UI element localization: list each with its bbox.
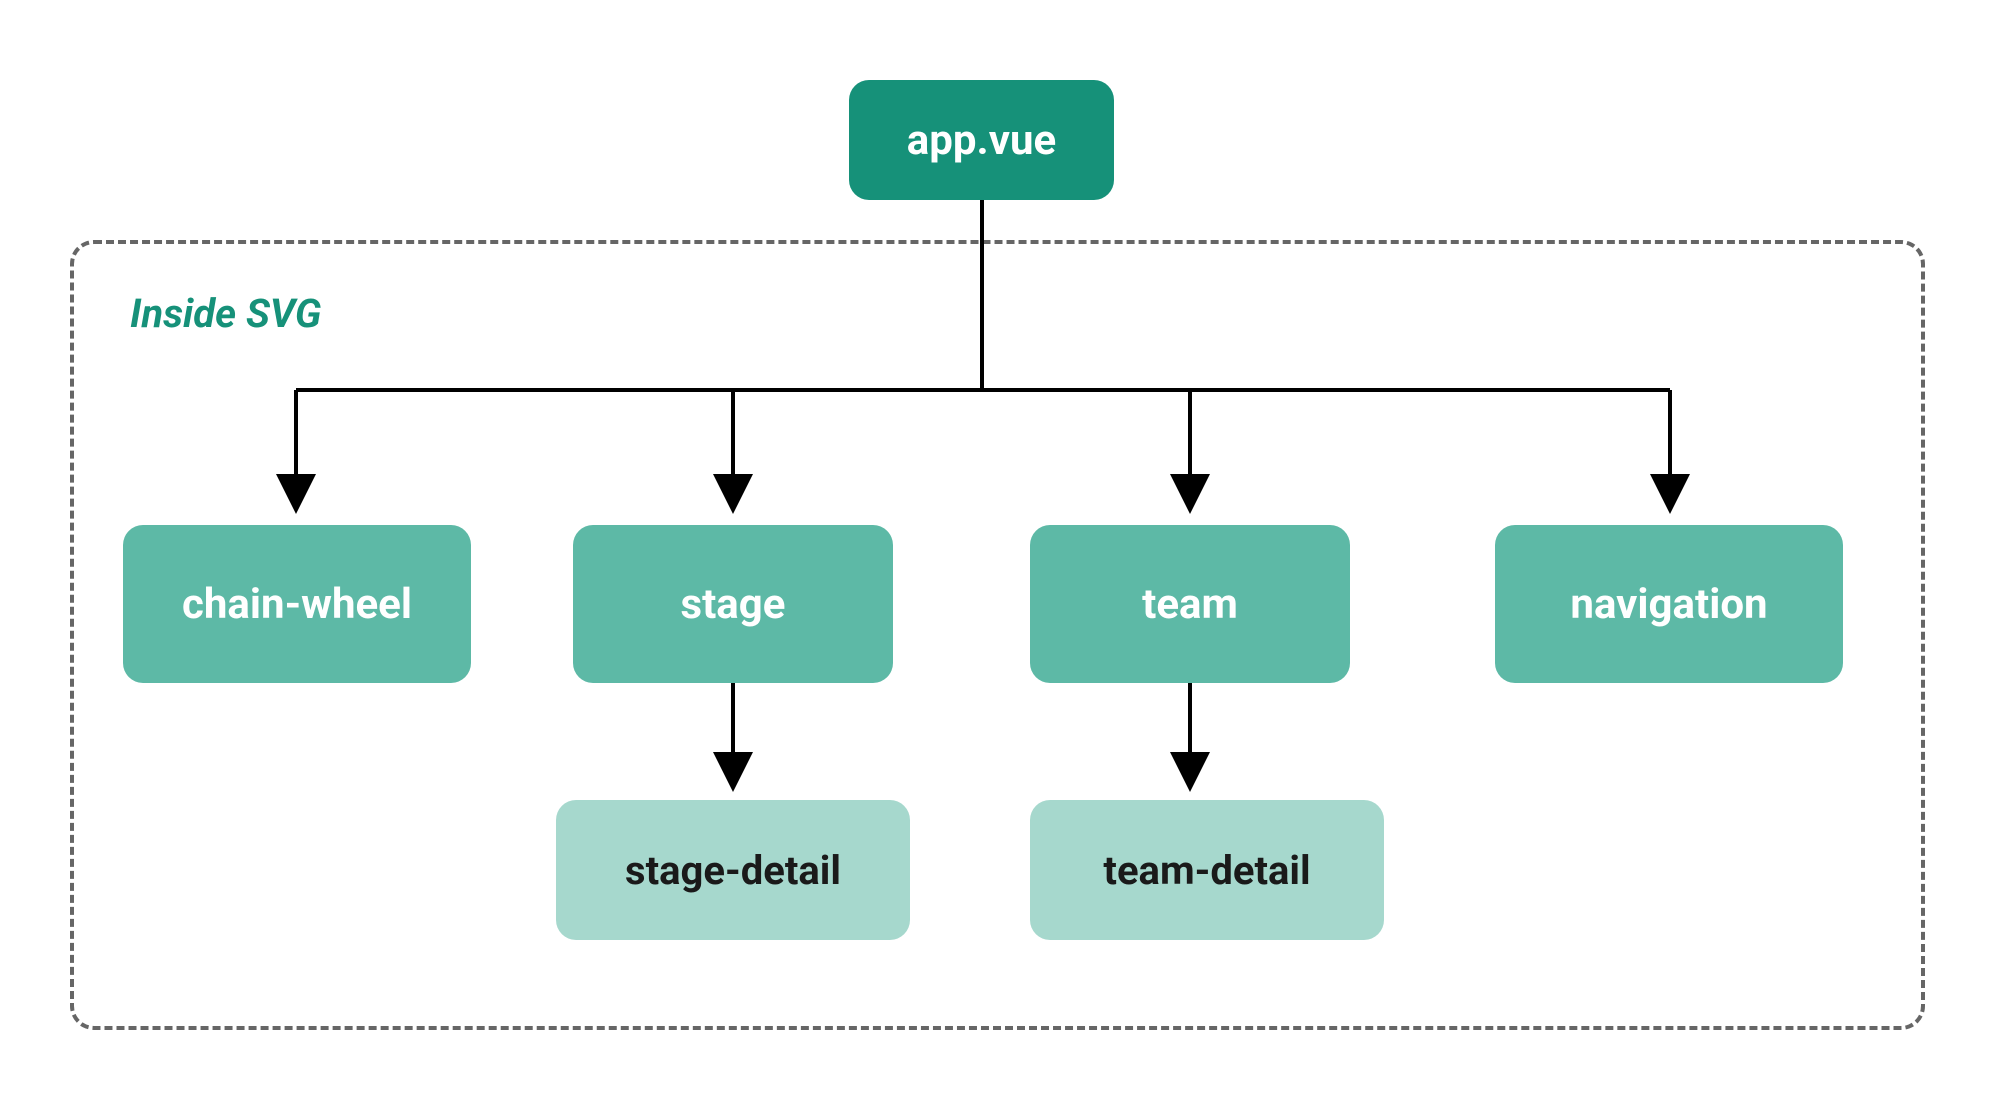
node-navigation: navigation: [1495, 525, 1843, 683]
node-label: stage-detail: [625, 847, 841, 894]
node-label: team: [1142, 580, 1238, 629]
inside-svg-label: Inside SVG: [130, 290, 321, 337]
node-team: team: [1030, 525, 1350, 683]
node-stage: stage: [573, 525, 893, 683]
node-app-vue: app.vue: [849, 80, 1114, 200]
node-label: team-detail: [1103, 847, 1310, 894]
node-chain-wheel: chain-wheel: [123, 525, 471, 683]
diagram-container: Inside SVG app.vue chain-wheel stage tea…: [0, 0, 2000, 1118]
node-stage-detail: stage-detail: [556, 800, 910, 940]
node-label: app.vue: [907, 116, 1056, 165]
node-label: chain-wheel: [182, 580, 412, 629]
node-label: stage: [681, 580, 786, 629]
node-label: navigation: [1570, 580, 1767, 629]
node-team-detail: team-detail: [1030, 800, 1384, 940]
